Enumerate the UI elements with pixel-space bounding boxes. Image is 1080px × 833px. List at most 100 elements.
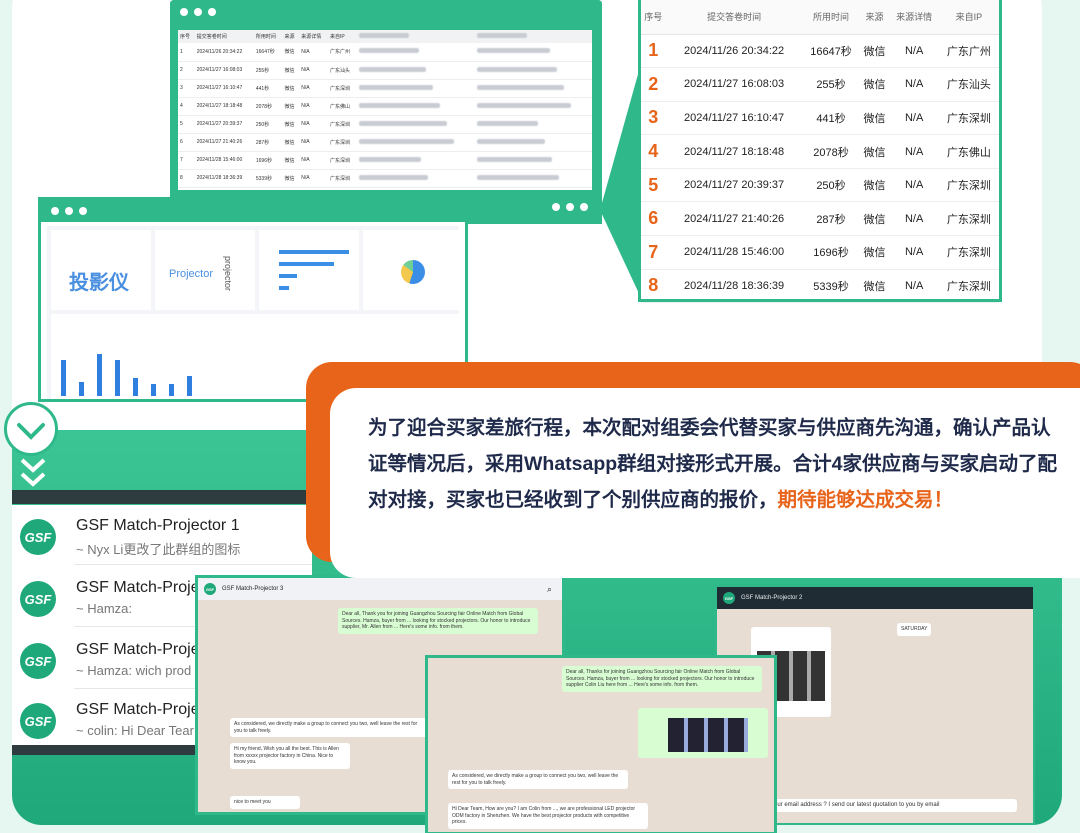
mini-table-cell-blurred [356, 61, 475, 80]
mini-table-cell: 广东深圳 [327, 79, 357, 98]
mini-table-cell: 2024/11/27 16:10:47 [194, 79, 254, 98]
redacted-text [476, 48, 550, 54]
mini-table-row: 1 2024/11/26 20:34:22 16647秒 微信 N/A 广东广州 [178, 43, 592, 62]
hbar [279, 262, 334, 266]
window-dot-icon [79, 207, 87, 215]
mini-table-cell: 微信 [282, 115, 300, 134]
col-header: 来自IP [938, 0, 999, 35]
table-cell: 广东深圳 [938, 235, 999, 270]
table-cell: 255秒 [802, 67, 860, 102]
table-cell: 8 [641, 269, 666, 304]
message-bubble: Hi my friend, Wish you all the best. Thi… [230, 743, 350, 769]
mini-table-cell: 2024/11/27 18:18:48 [194, 97, 254, 116]
redacted-text [358, 156, 421, 162]
mini-header-blurred [356, 30, 475, 43]
hbar [279, 286, 289, 290]
table-cell: 250秒 [802, 168, 860, 203]
mini-header: 所用时间 [253, 30, 283, 43]
table-row: 3 2024/11/27 16:10:47 441秒 微信 N/A 广东深圳 [641, 101, 999, 136]
survey-table-body: 1 2024/11/26 20:34:22 16647秒 微信 N/A 广东广州 2 2024… [641, 34, 999, 304]
table-cell: N/A [889, 235, 939, 270]
mini-table-cell: 广东广州 [327, 43, 357, 62]
chat-last-message: ~ Hamza: wich prod [76, 663, 192, 678]
chevron-down-circle-icon [4, 402, 58, 456]
table-cell: N/A [889, 134, 939, 169]
redacted-text [476, 120, 538, 126]
table-row: 6 2024/11/27 21:40:26 287秒 微信 N/A 广东深圳 [641, 201, 999, 237]
bar-panel [259, 230, 359, 310]
mini-table-cell-blurred [356, 133, 475, 152]
mini-table-cell: 广东深圳 [327, 151, 357, 170]
table-cell: 微信 [859, 67, 890, 102]
col-header: 提交答卷时间 [665, 0, 803, 35]
column-bar [97, 354, 102, 396]
table-cell: 微信 [859, 235, 890, 270]
redacted-text [358, 120, 447, 126]
mini-header: 来自IP [327, 30, 357, 43]
mini-table-body: 1 2024/11/26 20:34:22 16647秒 微信 N/A 广东广州 2 2024… [178, 43, 592, 188]
mini-table-cell: N/A [299, 61, 328, 80]
table-cell: 广东深圳 [938, 168, 999, 203]
hbar [279, 250, 349, 254]
pie-chart [401, 260, 425, 284]
window-dot-icon [208, 8, 216, 16]
chat-list-item[interactable]: GSF GSF Match-Projector 1 ~ Nyx Li更改了此群组… [12, 505, 312, 565]
table-cell: 16647秒 [802, 34, 860, 69]
image-bubble [638, 708, 768, 758]
table-cell: 2024/11/26 20:34:22 [665, 34, 803, 69]
table-cell: 广东广州 [938, 34, 999, 69]
mini-table-cell-blurred [356, 169, 475, 188]
callout-highlight-text: 期待能够达成交易！ [777, 489, 954, 511]
column-bar [169, 384, 174, 396]
mini-table-cell: 5 [178, 115, 195, 134]
group-avatar: GSF [723, 592, 735, 604]
message-bubble: Hi Dear Team, How are you? I am Colin fr… [448, 803, 648, 829]
mini-table-cell: 微信 [282, 151, 300, 170]
window-titlebar [170, 0, 602, 24]
mini-table-cell: 4 [178, 97, 195, 116]
mini-table-cell: 广东深圳 [327, 169, 357, 188]
table-cell: 2 [641, 67, 666, 102]
window-dot-icon [51, 207, 59, 215]
mini-table-cell: N/A [299, 97, 328, 116]
mini-table-cell: N/A [299, 115, 328, 134]
mini-table-cell: 441秒 [253, 79, 283, 98]
table-cell: 广东佛山 [938, 134, 999, 169]
table-row: 5 2024/11/27 20:39:37 250秒 微信 N/A 广东深圳 [641, 168, 999, 203]
chat-header: GSF GSF Match-Projector 3 ⌕ [198, 578, 562, 600]
mini-table-cell: 7 [178, 151, 195, 170]
window-titlebar [41, 200, 465, 222]
connector-wedge [600, 60, 642, 300]
chat-window-title: GSF Match-Projector 2 [741, 595, 803, 601]
redacted-text [358, 102, 440, 108]
group-avatar: GSF [204, 583, 216, 595]
mini-table-cell: 2024/11/26 20:34:22 [194, 43, 254, 62]
chat-window-title: GSF Match-Projector 3 [222, 586, 284, 592]
pie-panel [363, 230, 461, 310]
col-header: 所用时间 [802, 0, 860, 35]
divider [74, 564, 312, 565]
message-bubble: your email address ? I send our latest q… [767, 799, 1017, 812]
table-cell: 微信 [859, 134, 890, 169]
mini-table-row: 8 2024/11/28 18:36:39 5339秒 微信 N/A 广东深圳 [178, 169, 592, 188]
redacted-text [358, 48, 419, 54]
table-cell: 287秒 [802, 201, 860, 237]
mini-table-cell: N/A [299, 151, 328, 170]
redacted-text [476, 84, 564, 90]
mini-header: 提交答卷时间 [194, 30, 254, 43]
survey-table: 序号 提交答卷时间 所用时间 来源 来源详情 来自IP 1 2024/11/26 … [641, 0, 999, 304]
redacted-text [476, 102, 571, 108]
survey-table-window: 序号 提交答卷时间 所用时间 来源 来源详情 来自IP 1 2024/11/26 … [170, 0, 602, 224]
mini-table-cell: 5339秒 [253, 169, 283, 188]
collage-stage: 序号 提交答卷时间 所用时间 来源 来源详情 来自IP 1 2024/11/26 … [0, 0, 1080, 833]
mini-table-cell: 6 [178, 133, 195, 152]
group-avatar: GSF [20, 581, 56, 617]
search-icon[interactable]: ⌕ [547, 584, 552, 595]
mini-table-container: 序号 提交答卷时间 所用时间 来源 来源详情 来自IP 1 2024/11/26 … [178, 30, 592, 190]
group-avatar: GSF [20, 519, 56, 555]
redacted-text [358, 66, 426, 72]
table-cell: 广东汕头 [938, 67, 999, 102]
redacted-text [358, 84, 433, 90]
wordcloud-main-word: 投影仪 [69, 272, 129, 294]
table-cell: 微信 [859, 168, 890, 203]
